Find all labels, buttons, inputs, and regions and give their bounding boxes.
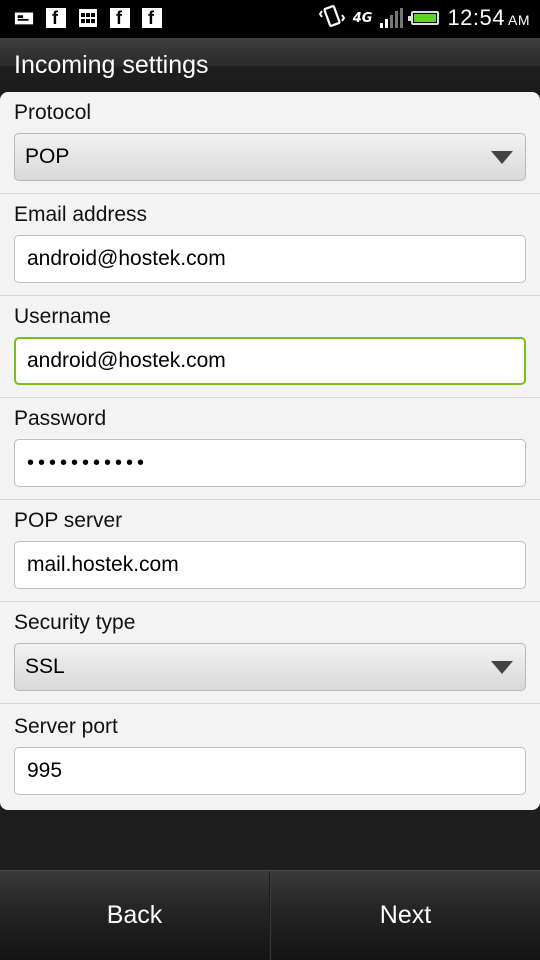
- clock-ampm: AM: [508, 12, 530, 28]
- page-title: Incoming settings: [14, 51, 209, 79]
- facebook-icon: f: [142, 8, 162, 28]
- security-select[interactable]: SSL: [14, 643, 526, 691]
- username-field[interactable]: android@hostek.com: [14, 337, 526, 385]
- vibrate-icon: [318, 4, 345, 32]
- dropdown-arrow-icon: [491, 151, 513, 164]
- title-bar: Incoming settings: [0, 38, 540, 94]
- calendar-icon: [78, 8, 98, 28]
- port-label: Server port: [14, 715, 118, 738]
- clock: 12:54 AM: [447, 5, 530, 31]
- network-type: 4G: [352, 10, 373, 26]
- dropdown-arrow-icon: [491, 661, 513, 674]
- server-field[interactable]: mail.hostek.com: [14, 541, 526, 589]
- username-section: Username android@hostek.com: [0, 296, 540, 398]
- facebook-icon: f: [110, 8, 130, 28]
- protocol-value: POP: [25, 145, 70, 168]
- port-field[interactable]: 995: [14, 747, 526, 795]
- security-value: SSL: [25, 655, 65, 678]
- message-icon: [14, 8, 34, 28]
- back-button[interactable]: Back: [0, 871, 269, 960]
- protocol-label: Protocol: [14, 101, 92, 124]
- server-label: POP server: [14, 509, 123, 532]
- bottom-button-bar: Back Next: [0, 870, 540, 960]
- clock-time: 12:54: [447, 5, 505, 30]
- security-section: Security type SSL: [0, 602, 540, 704]
- port-section: Server port 995: [0, 706, 540, 808]
- username-label: Username: [14, 305, 111, 328]
- security-label: Security type: [14, 611, 136, 634]
- protocol-select[interactable]: POP: [14, 133, 526, 181]
- facebook-icon: f: [46, 8, 66, 28]
- server-section: POP server mail.hostek.com: [0, 500, 540, 602]
- settings-form: Protocol POP Email address android@hoste…: [0, 92, 540, 810]
- password-label: Password: [14, 407, 107, 430]
- signal-icon: [380, 8, 404, 28]
- battery-icon: [408, 11, 440, 25]
- status-bar: f f f 4G 12:54 AM: [0, 0, 540, 38]
- protocol-section: Protocol POP: [0, 92, 540, 194]
- next-button[interactable]: Next: [271, 871, 540, 960]
- email-field[interactable]: android@hostek.com: [14, 235, 526, 283]
- password-section: Password •••••••••••: [0, 398, 540, 500]
- email-label: Email address: [14, 203, 148, 226]
- password-field[interactable]: •••••••••••: [14, 439, 526, 487]
- email-section: Email address android@hostek.com: [0, 194, 540, 296]
